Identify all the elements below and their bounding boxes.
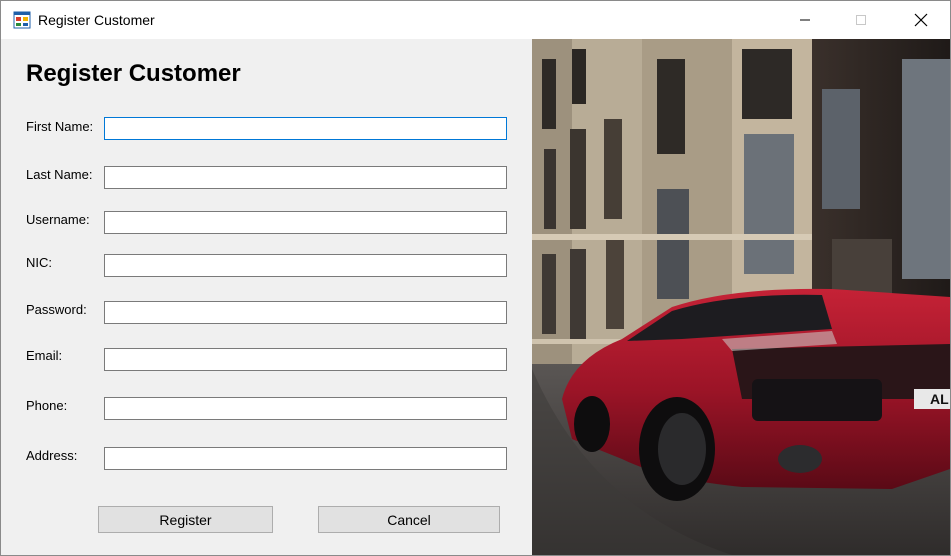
maximize-icon (856, 15, 866, 25)
close-icon (914, 13, 928, 27)
car-street-photo: AL (532, 39, 950, 555)
register-button[interactable]: Register (98, 506, 273, 533)
username-field[interactable] (104, 211, 507, 234)
app-icon[interactable] (13, 11, 31, 29)
password-label: Password: (26, 302, 87, 317)
last-name-field[interactable] (104, 166, 507, 189)
email-label: Email: (26, 348, 63, 363)
maximize-button[interactable] (833, 1, 889, 39)
phone-label: Phone: (26, 398, 68, 413)
page-title: Register Customer (26, 60, 241, 87)
first-name-label: First Name: (26, 119, 94, 134)
nic-field[interactable] (104, 254, 507, 277)
address-label: Address: (26, 448, 78, 463)
email-field[interactable] (104, 348, 507, 371)
username-label: Username: (26, 212, 90, 227)
register-customer-window: Register Customer Register Customer Firs… (0, 0, 951, 556)
close-button[interactable] (893, 1, 949, 39)
password-field[interactable] (104, 301, 507, 324)
license-plate-text: AL (930, 391, 949, 407)
minimize-icon (800, 19, 810, 21)
form-area: Register Customer First Name: Last Name:… (1, 39, 950, 555)
cancel-button[interactable]: Cancel (318, 506, 500, 533)
last-name-label: Last Name: (26, 167, 93, 182)
window-title: Register Customer (38, 12, 155, 28)
minimize-button[interactable] (777, 1, 833, 39)
address-field[interactable] (104, 447, 507, 470)
nic-label: NIC: (26, 255, 52, 270)
first-name-field[interactable] (104, 117, 507, 140)
phone-field[interactable] (104, 397, 507, 420)
title-bar[interactable]: Register Customer (1, 1, 950, 39)
